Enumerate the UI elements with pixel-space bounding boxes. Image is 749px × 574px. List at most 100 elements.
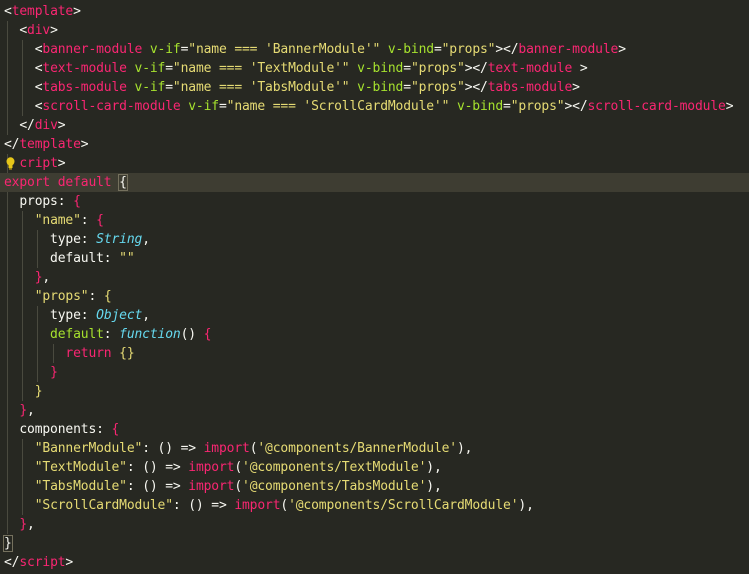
code-token: "TextModule" [34, 460, 127, 475]
code-line[interactable]: </div> [0, 116, 749, 135]
code-editor[interactable]: <template> <div> <banner-module v-if="na… [0, 0, 749, 574]
code-line[interactable]: } [0, 534, 749, 553]
code-token: > [65, 555, 74, 570]
code-token: , [142, 232, 150, 247]
code-line[interactable]: <banner-module v-if="name === 'BannerMod… [0, 40, 749, 59]
code-token: v-if [126, 61, 166, 76]
code-token: { [96, 213, 104, 228]
code-token: components [4, 422, 97, 437]
code-line[interactable]: </script> [0, 553, 749, 572]
code-text: "name": { [4, 211, 104, 230]
code-text: } [4, 363, 58, 382]
code-line[interactable]: components: { [0, 420, 749, 439]
code-text: "TextModule": () => import('@components/… [4, 458, 442, 477]
code-text: </template> [4, 135, 89, 154]
code-token: , [27, 517, 35, 532]
code-line[interactable]: <template> [0, 2, 749, 21]
code-line[interactable]: export default { [0, 173, 749, 192]
code-token: type [4, 308, 81, 323]
code-token: > [618, 42, 626, 57]
code-text: components: { [4, 420, 119, 439]
code-token: "name === 'TabsModule'" [172, 80, 350, 95]
code-token: v-bind [380, 42, 434, 57]
code-token: ></ [495, 42, 519, 57]
code-token: '@components/TextModule' [242, 460, 427, 475]
code-line[interactable]: }, [0, 268, 749, 287]
code-line[interactable]: }, [0, 401, 749, 420]
code-text: export default { [4, 173, 128, 192]
code-token: "props" [510, 99, 565, 114]
code-token: "name === 'TextModule'" [172, 61, 350, 76]
code-token: "name" [34, 213, 81, 228]
code-line[interactable]: type: String, [0, 230, 749, 249]
code-line[interactable]: <text-module v-if="name === 'TextModule'… [0, 59, 749, 78]
lightbulb-icon[interactable] [6, 157, 15, 170]
code-line[interactable]: cript> [0, 154, 749, 173]
code-token: "name === 'ScrollCardModule'" [226, 99, 450, 114]
code-line[interactable]: return {} [0, 344, 749, 363]
code-token: < [4, 42, 43, 57]
code-token: < [4, 80, 43, 95]
code-line[interactable]: "TabsModule": () => import('@components/… [0, 477, 749, 496]
code-token: "BannerModule" [34, 441, 143, 456]
code-line[interactable]: "props": { [0, 287, 749, 306]
code-line[interactable]: </template> [0, 135, 749, 154]
code-token: div [34, 118, 58, 133]
code-token: > [572, 61, 588, 76]
code-token: > [57, 156, 66, 171]
code-token: '@components/ScrollCardModule' [288, 498, 519, 513]
code-token: import [188, 460, 235, 475]
code-token: "props" [410, 80, 465, 95]
code-line[interactable]: "BannerModule": () => import('@component… [0, 439, 749, 458]
code-token: () [180, 327, 204, 342]
code-line[interactable]: <scroll-card-module v-if="name === 'Scro… [0, 97, 749, 116]
code-token: "TabsModule" [34, 479, 127, 494]
code-line[interactable]: } [0, 382, 749, 401]
code-text: "ScrollCardModule": () => import('@compo… [4, 496, 534, 515]
code-line[interactable]: "ScrollCardModule": () => import('@compo… [0, 496, 749, 515]
code-token: = [165, 80, 173, 95]
code-token: v-if [142, 42, 181, 57]
code-line[interactable]: "name": { [0, 211, 749, 230]
code-token: { [111, 422, 120, 437]
code-text: </script> [4, 553, 73, 572]
code-token: '@components/BannerModule' [257, 441, 457, 456]
code-token: ></ [564, 99, 588, 114]
code-line[interactable]: <div> [0, 21, 749, 40]
code-line[interactable]: props: { [0, 192, 749, 211]
code-text: <text-module v-if="name === 'TextModule'… [4, 59, 588, 78]
code-token: ), [518, 498, 534, 513]
code-token: > [57, 118, 66, 133]
code-line[interactable]: type: Object, [0, 306, 749, 325]
code-line[interactable]: default: "" [0, 249, 749, 268]
code-token: > [725, 99, 734, 114]
code-text: <tabs-module v-if="name === 'TabsModule'… [4, 78, 580, 97]
code-line[interactable]: "TextModule": () => import('@components/… [0, 458, 749, 477]
code-token: cript [19, 156, 58, 171]
code-token: default [4, 327, 104, 342]
code-token: = [218, 99, 227, 114]
code-line[interactable]: default: function() { [0, 325, 749, 344]
code-token: { [73, 194, 81, 209]
code-token: > [50, 23, 58, 38]
code-token: : [103, 327, 120, 342]
code-token: "" [119, 251, 135, 266]
code-token: export default [4, 175, 120, 190]
code-line[interactable]: <tabs-module v-if="name === 'TabsModule'… [0, 78, 749, 97]
code-token: scroll-card-module [587, 99, 726, 114]
code-token: text-module [487, 61, 573, 76]
code-token: "props" [441, 42, 496, 57]
code-text: "BannerModule": () => import('@component… [4, 439, 473, 458]
code-line[interactable]: }, [0, 515, 749, 534]
code-text: "props": { [4, 287, 112, 306]
code-token: } [19, 403, 28, 418]
code-token: = [403, 80, 411, 95]
code-text: } [3, 534, 13, 553]
code-line[interactable]: } [0, 363, 749, 382]
code-token: ( [280, 498, 289, 513]
code-token: = [403, 61, 411, 76]
code-token: ( [234, 460, 243, 475]
